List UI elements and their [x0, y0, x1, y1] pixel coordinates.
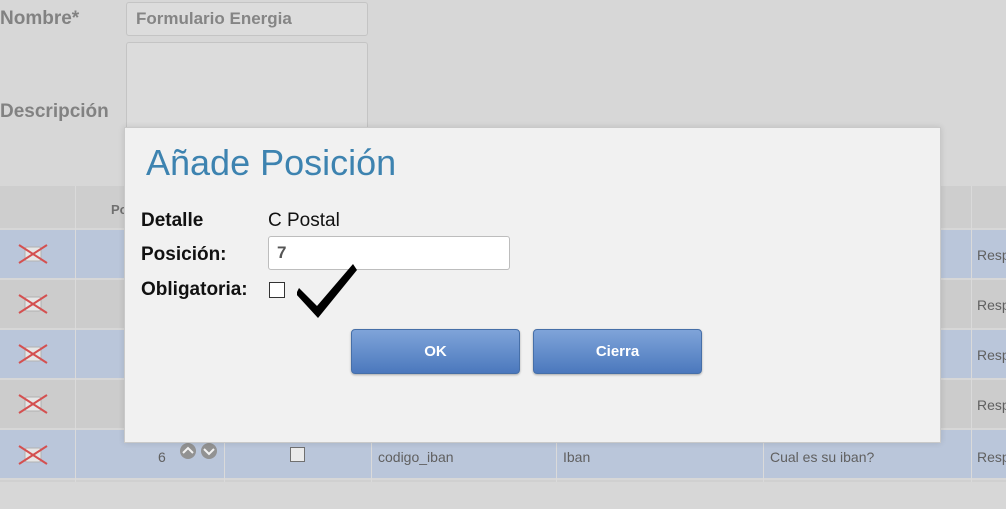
position-label: Posición:	[141, 244, 227, 265]
detail-label: Detalle	[141, 210, 204, 231]
dialog-title: Añade Posición	[146, 142, 397, 183]
detail-value: C Postal	[268, 210, 340, 231]
add-position-dialog: Añade Posición Detalle C Postal Posición…	[124, 127, 941, 443]
required-label: Obligatoria:	[141, 279, 248, 300]
ok-button[interactable]: OK	[351, 329, 520, 374]
required-checkbox[interactable]	[269, 282, 285, 298]
close-button[interactable]: Cierra	[533, 329, 702, 374]
checkmark-icon	[297, 264, 357, 318]
